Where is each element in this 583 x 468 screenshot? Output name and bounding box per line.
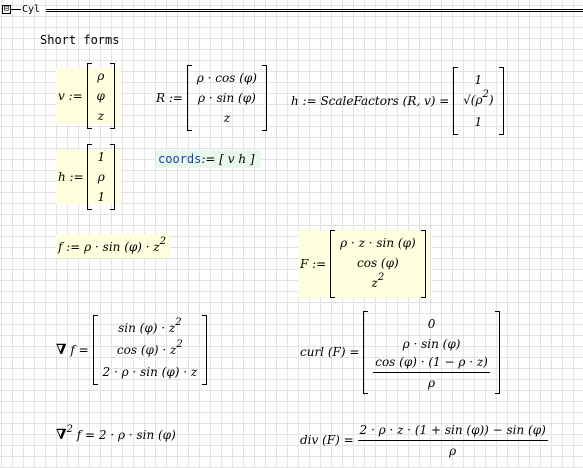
matrix-cell: cos (φ) · z2 [116, 339, 183, 357]
curl-result[interactable]: curl (F) = 0 ρ · sin (φ) cos (φ) · (1 − … [300, 310, 500, 394]
F-matrix: ρ · z · sin (φ) cos (φ) z2 [330, 230, 426, 298]
div-lhs: div (F) = [300, 433, 354, 447]
matrix-cell: sin (φ) · z2 [118, 317, 182, 335]
h-scale-lhs: h := ScaleFactors (R, v) = [291, 94, 450, 108]
matrix-cell: 1 [474, 115, 483, 129]
div-fraction: 2 · ρ · z · (1 + sin (φ)) − sin (φ) ρ [357, 422, 548, 458]
exponent: 2 [176, 339, 183, 350]
matrix-cell: cos (φ) · (1 − ρ · z) ρ [373, 354, 490, 391]
curl-fraction: cos (φ) · (1 − ρ · z) ρ [373, 354, 490, 390]
region-line [46, 11, 583, 12]
coords-name: coords [158, 152, 202, 166]
section-heading[interactable]: Short forms [40, 33, 119, 47]
matrix-cell: 1 [474, 73, 483, 87]
matrix-cell: ρ · z · sin (φ) [340, 236, 416, 250]
matrix-cell: ρ · cos (φ) [196, 71, 257, 85]
curl-lhs: curl (F) = [300, 345, 360, 359]
laplacian-result[interactable]: ∇2 f = 2 · ρ · sin (φ) [56, 424, 176, 446]
matrix-cell: 1 [97, 190, 106, 204]
v-definition[interactable]: v := ρ φ z [56, 63, 121, 129]
nabla-symbol: ∇ [56, 427, 67, 443]
exponent: 2 [175, 317, 182, 328]
matrix-cell: ρ [97, 69, 105, 83]
h-definition[interactable]: h := 1 ρ 1 [56, 144, 122, 210]
matrix-cell: ρ · sin (φ) [402, 336, 461, 351]
matrix-cell: ρ · sin (φ) [197, 91, 256, 105]
matrix-cell: z [223, 111, 231, 125]
v-matrix: ρ φ z [86, 63, 115, 129]
matrix-cell: z2 [371, 272, 385, 290]
h-matrix: 1 ρ 1 [87, 144, 116, 210]
exponent: 2 [66, 424, 73, 435]
nabla-symbol: ∇ [56, 342, 67, 358]
R-definition[interactable]: R := ρ · cos (φ) ρ · sin (φ) z [156, 65, 267, 131]
F-lhs: F := [300, 257, 327, 271]
region-line [46, 9, 583, 10]
collapse-region-button[interactable]: ⊟ [2, 5, 11, 14]
exponent: 2 [482, 89, 489, 100]
matrix-cell: √(ρ2) [463, 89, 494, 107]
divergence-result[interactable]: div (F) = 2 · ρ · z · (1 + sin (φ)) − si… [300, 420, 548, 460]
matrix-cell: 0 [427, 316, 436, 331]
coords-value: [ v h ] [219, 152, 255, 166]
F-definition[interactable]: F := ρ · z · sin (φ) cos (φ) z2 [298, 230, 430, 298]
gradient-lhs: f = [70, 343, 89, 357]
exponent: 2 [377, 272, 385, 283]
gradient-matrix: sin (φ) · z2 cos (φ) · z2 2 · ρ · sin (φ… [92, 315, 208, 385]
v-lhs: v := [58, 89, 83, 103]
f-definition[interactable]: f := ρ · sin (φ) · z2 [56, 234, 171, 258]
h-scale-factors[interactable]: h := ScaleFactors (R, v) = 1 √(ρ2) 1 [291, 67, 504, 135]
coords-definition[interactable]: coords:= [ v h ] [156, 150, 261, 168]
f-expression: f := ρ · sin (φ) · z [58, 240, 160, 254]
R-lhs: R := [156, 91, 183, 105]
laplacian-expression: f = 2 · ρ · sin (φ) [76, 428, 176, 442]
region-title: Cyl [22, 4, 41, 15]
matrix-cell: φ [96, 89, 105, 103]
matrix-cell: 1 [97, 150, 106, 164]
matrix-cell: ρ [97, 170, 105, 184]
coords-assign: := [201, 152, 216, 166]
matrix-cell: 2 · ρ · sin (φ) · z [102, 365, 198, 379]
h-scale-matrix: 1 √(ρ2) 1 [453, 67, 504, 135]
region-header: ⊟ Cyl [0, 4, 583, 18]
exponent: 2 [159, 236, 167, 247]
matrix-cell: cos (φ) [357, 256, 399, 270]
curl-matrix: 0 ρ · sin (φ) cos (φ) · (1 − ρ · z) ρ [363, 310, 500, 394]
gradient-result[interactable]: ∇ f = sin (φ) · z2 cos (φ) · z2 2 · ρ · … [56, 312, 208, 388]
h-lhs: h := [58, 170, 84, 184]
R-matrix: ρ · cos (φ) ρ · sin (φ) z [186, 65, 267, 131]
sqrt-arg: ρ [475, 93, 483, 107]
region-line [11, 9, 21, 10]
matrix-cell: z [97, 109, 104, 123]
